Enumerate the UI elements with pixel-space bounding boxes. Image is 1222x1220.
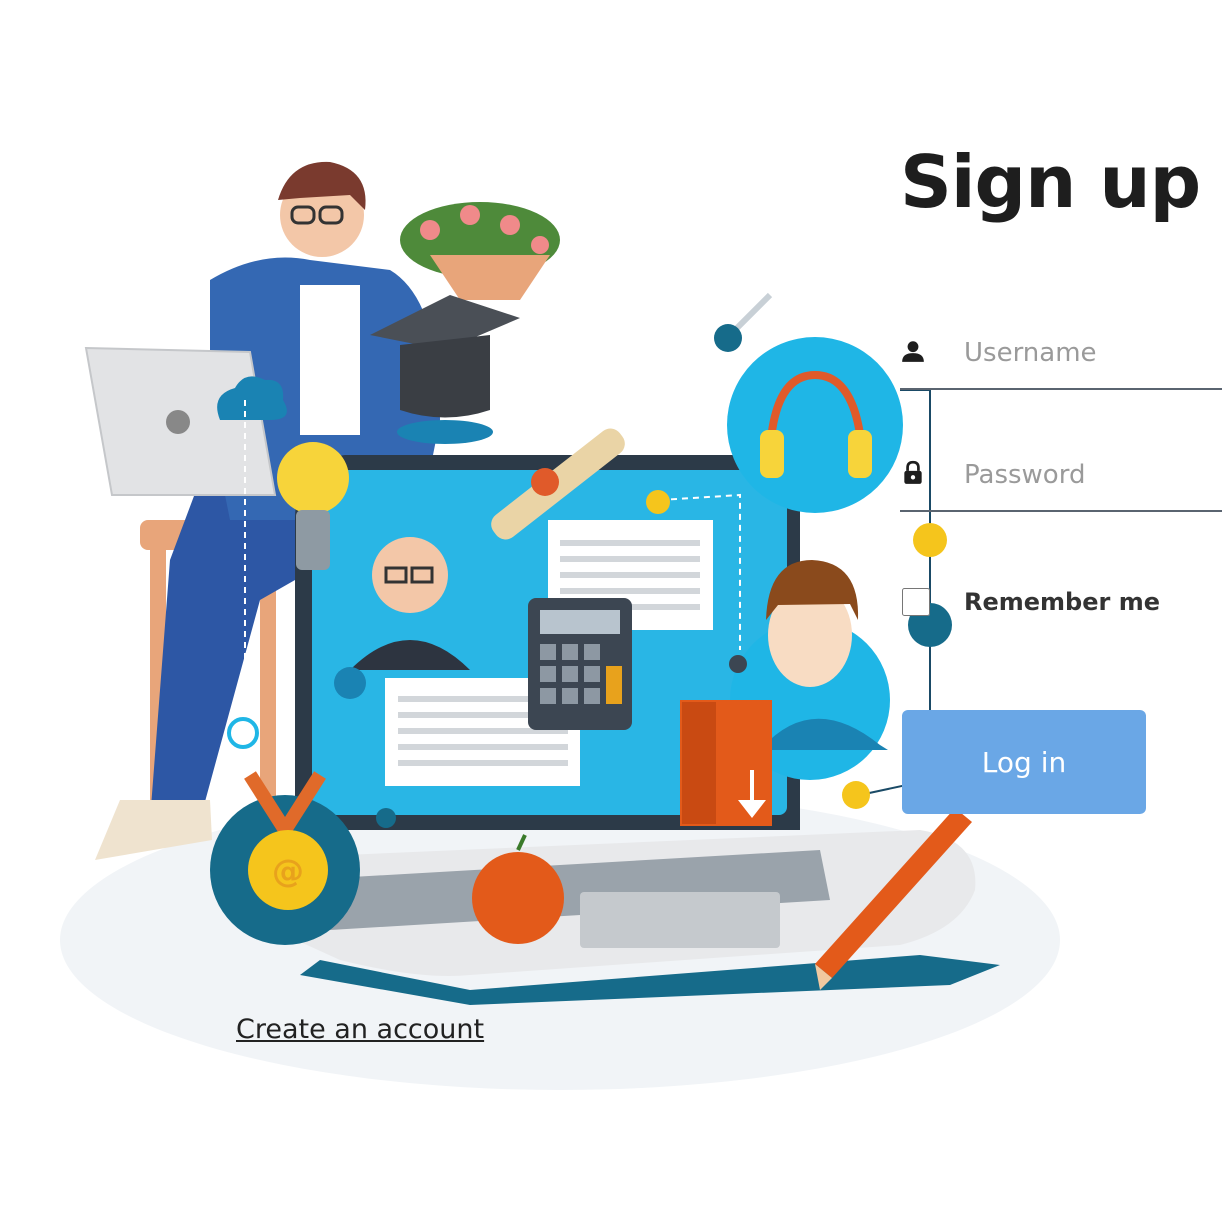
- create-account-link[interactable]: Create an account: [236, 1014, 484, 1045]
- lock-icon: [904, 460, 922, 484]
- login-button[interactable]: Log in: [902, 710, 1146, 814]
- flower-pot: [400, 202, 560, 300]
- page-title: Sign up: [900, 140, 1201, 224]
- svg-text:@: @: [272, 852, 304, 890]
- username-field: [900, 318, 1222, 390]
- password-field: [900, 440, 1222, 512]
- username-input[interactable]: [962, 330, 1216, 376]
- remember-me-row: Remember me: [902, 582, 1160, 622]
- book: [680, 700, 772, 826]
- person-icon: [902, 341, 924, 362]
- remember-me-checkbox[interactable]: [902, 588, 930, 616]
- pen-decoration: [714, 292, 773, 352]
- headphones-badge: [727, 337, 903, 513]
- remember-me-label[interactable]: Remember me: [964, 588, 1160, 616]
- password-input[interactable]: [962, 452, 1216, 498]
- login-page: @ Sign up Remember: [0, 0, 1222, 1220]
